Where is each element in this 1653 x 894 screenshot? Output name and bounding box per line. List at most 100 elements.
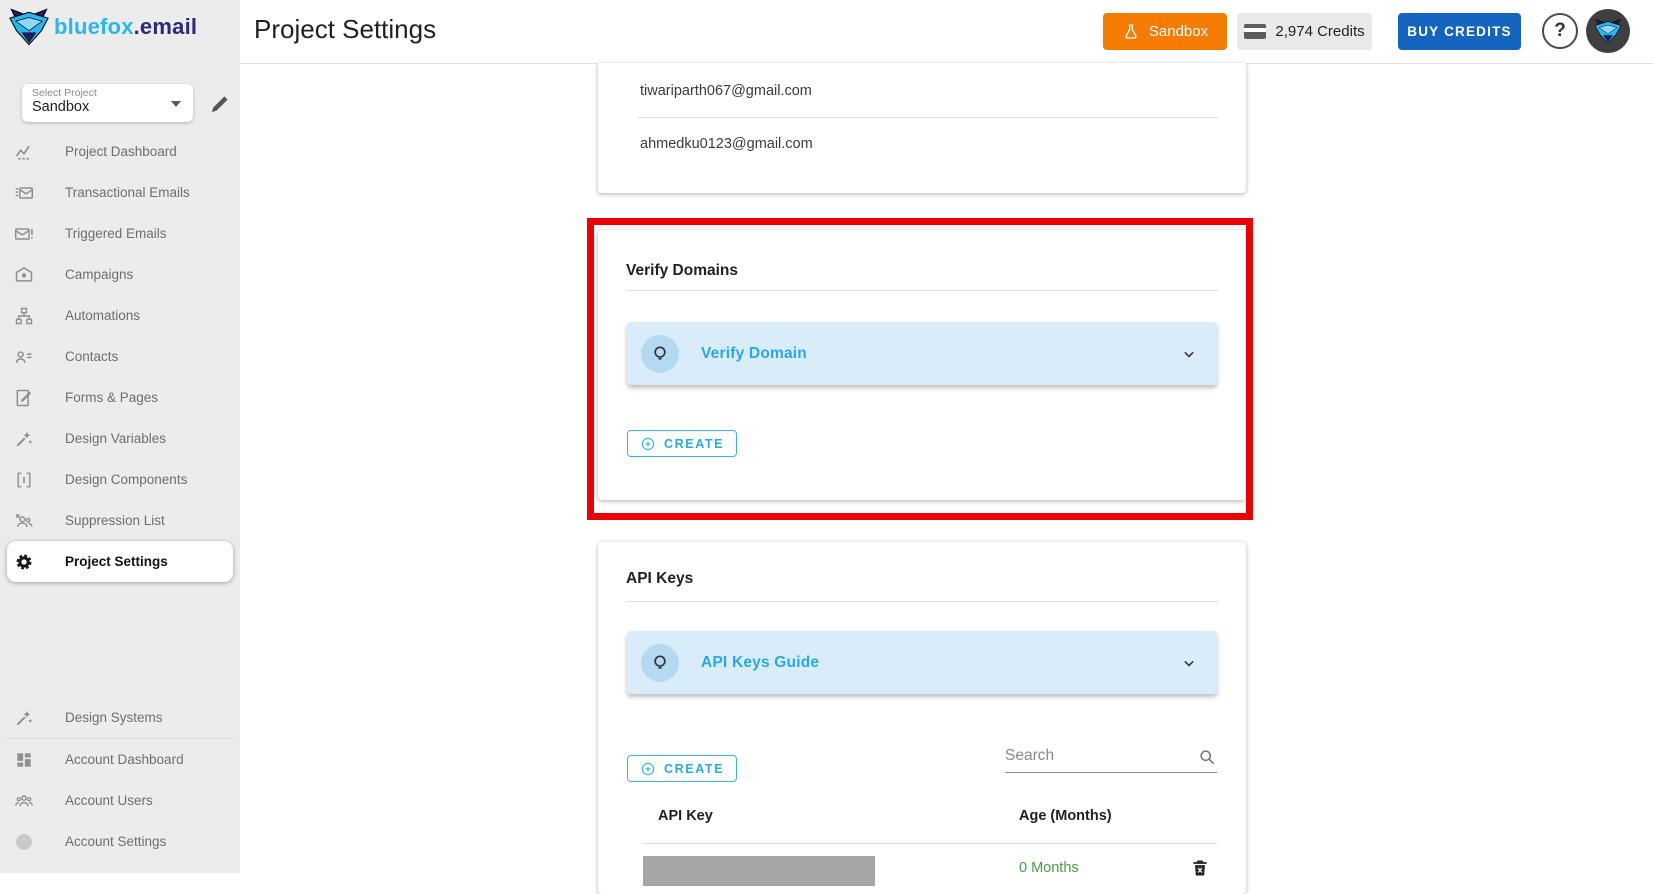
create-domain-button[interactable]: CREATE: [627, 430, 737, 457]
sidebar-item-design-components[interactable]: Design Components: [0, 459, 240, 500]
email-row: ahmedku0123@gmail.com: [640, 136, 813, 152]
sidebar-item-project-settings[interactable]: Project Settings: [7, 541, 233, 582]
chart-icon: [14, 142, 34, 162]
sidebar-item-label: Design Variables: [65, 431, 166, 446]
brand-wordmark: bluefox.email: [54, 14, 197, 40]
age-value: 0 Months: [1019, 860, 1079, 876]
flask-icon: [1122, 23, 1140, 41]
contacts-icon: [14, 347, 34, 367]
email-row: tiwariparth067@gmail.com: [640, 83, 812, 99]
row-divider: [638, 117, 1218, 118]
buy-credits-button[interactable]: BUY CREDITS: [1398, 13, 1521, 50]
avatar-circle-icon: [14, 832, 34, 852]
section-title: Verify Domains: [626, 262, 738, 280]
sidebar-item-label: Campaigns: [65, 267, 133, 282]
lightbulb-badge: [641, 335, 679, 373]
chevron-down-icon[interactable]: [1179, 653, 1199, 673]
column-header-api-key: API Key: [658, 808, 1019, 824]
sidebar-item-label: Forms & Pages: [65, 390, 158, 405]
email-alert-icon: [14, 224, 34, 244]
automation-icon: [14, 306, 34, 326]
credit-card-icon: [1244, 24, 1266, 39]
sidebar-item-design-systems[interactable]: Design Systems: [0, 697, 240, 738]
sidebar-item-label: Design Systems: [65, 710, 163, 725]
sidebar-item-account-dashboard[interactable]: Account Dashboard: [0, 739, 240, 780]
sidebar-item-label: Contacts: [65, 349, 118, 364]
help-button[interactable]: ?: [1542, 13, 1578, 49]
fox-avatar-icon: [1593, 18, 1623, 45]
sidebar-item-label: Suppression List: [65, 513, 165, 528]
sidebar-item-transactional-emails[interactable]: Transactional Emails: [0, 172, 240, 213]
sidebar-item-account-settings[interactable]: Account Settings: [0, 821, 240, 862]
gear-icon: [14, 552, 34, 572]
project-select-value: Sandbox: [32, 99, 183, 116]
edit-project-button[interactable]: [208, 92, 232, 116]
chevron-down-icon: [171, 101, 181, 107]
sidebar-item-label: Transactional Emails: [65, 185, 190, 200]
search-input[interactable]: [1005, 742, 1187, 765]
verify-domains-card: Verify Domains Verify Domain CREATE: [598, 230, 1246, 500]
form-pencil-icon: [14, 388, 34, 408]
app-root: { "brand": {"logo_primary": "bluefox", "…: [0, 0, 1653, 873]
sending-emails-card: tiwariparth067@gmail.com ahmedku0123@gma…: [598, 63, 1246, 193]
sidebar-item-forms-pages[interactable]: Forms & Pages: [0, 377, 240, 418]
users-icon: [14, 791, 34, 811]
lightbulb-badge: [641, 644, 679, 682]
sidebar-item-label: Account Dashboard: [65, 752, 184, 767]
api-keys-card: API Keys API Keys Guide CREATE API Key A…: [598, 542, 1246, 894]
plus-circle-icon: [640, 436, 656, 452]
wand-icon: [14, 708, 34, 728]
sidebar-item-label: Account Settings: [65, 834, 166, 849]
sidebar-item-label: Project Dashboard: [65, 144, 177, 159]
campaign-icon: [14, 265, 34, 285]
section-title: API Keys: [626, 570, 693, 588]
create-api-key-button[interactable]: CREATE: [627, 755, 737, 782]
sidebar-item-account-users[interactable]: Account Users: [0, 780, 240, 821]
sidebar-item-project-dashboard[interactable]: Project Dashboard: [0, 131, 240, 172]
section-divider: [626, 601, 1218, 602]
sidebar-item-triggered-emails[interactable]: Triggered Emails: [0, 213, 240, 254]
sidebar: bluefox.email Select Project Sandbox Pro…: [0, 0, 240, 873]
fox-logo-icon: [7, 7, 51, 47]
guide-title: Verify Domain: [701, 345, 807, 363]
plus-circle-icon: [640, 761, 656, 777]
guide-title: API Keys Guide: [701, 654, 819, 672]
components-icon: [14, 470, 34, 490]
sidebar-item-design-variables[interactable]: Design Variables: [0, 418, 240, 459]
question-mark-icon: ?: [1554, 20, 1566, 42]
sidebar-item-label: Account Users: [65, 793, 153, 808]
project-select[interactable]: Select Project Sandbox: [22, 84, 193, 122]
sidebar-item-campaigns[interactable]: Campaigns: [0, 254, 240, 295]
sidebar-item-label: Design Components: [65, 472, 187, 487]
dashboard-icon: [14, 750, 34, 770]
api-keys-guide-accordion[interactable]: API Keys Guide: [627, 631, 1217, 694]
brand-logo[interactable]: bluefox.email: [7, 7, 197, 47]
lightbulb-icon: [649, 652, 671, 674]
chevron-down-icon[interactable]: [1179, 344, 1199, 364]
sandbox-label: Sandbox: [1149, 23, 1208, 40]
sidebar-item-label: Project Settings: [65, 554, 168, 569]
section-divider: [626, 290, 1218, 291]
email-list-icon: [14, 183, 34, 203]
lightbulb-icon: [649, 343, 671, 365]
suppression-icon: [14, 511, 34, 531]
api-key-redacted: [643, 856, 875, 886]
sidebar-item-suppression-list[interactable]: Suppression List: [0, 500, 240, 541]
search-icon: [1197, 747, 1217, 767]
wand-icon: [14, 429, 34, 449]
credits-chip[interactable]: 2,974 Credits: [1237, 13, 1372, 50]
verify-domain-guide-accordion[interactable]: Verify Domain: [627, 322, 1217, 385]
user-avatar[interactable]: [1586, 9, 1630, 53]
project-select-label: Select Project: [32, 88, 183, 99]
search-field: [1005, 742, 1217, 773]
delete-icon[interactable]: [1190, 858, 1210, 878]
sidebar-item-contacts[interactable]: Contacts: [0, 336, 240, 377]
sidebar-item-label: Automations: [65, 308, 140, 323]
app-header: Project Settings Sandbox 2,974 Credits B…: [240, 0, 1653, 64]
sidebar-item-automations[interactable]: Automations: [0, 295, 240, 336]
column-header-age: Age (Months): [1019, 808, 1112, 824]
table-header-row: API Key Age (Months): [658, 808, 1112, 824]
credits-label: 2,974 Credits: [1275, 23, 1364, 40]
sandbox-environment-button[interactable]: Sandbox: [1103, 13, 1227, 50]
sidebar-item-label: Triggered Emails: [65, 226, 167, 241]
